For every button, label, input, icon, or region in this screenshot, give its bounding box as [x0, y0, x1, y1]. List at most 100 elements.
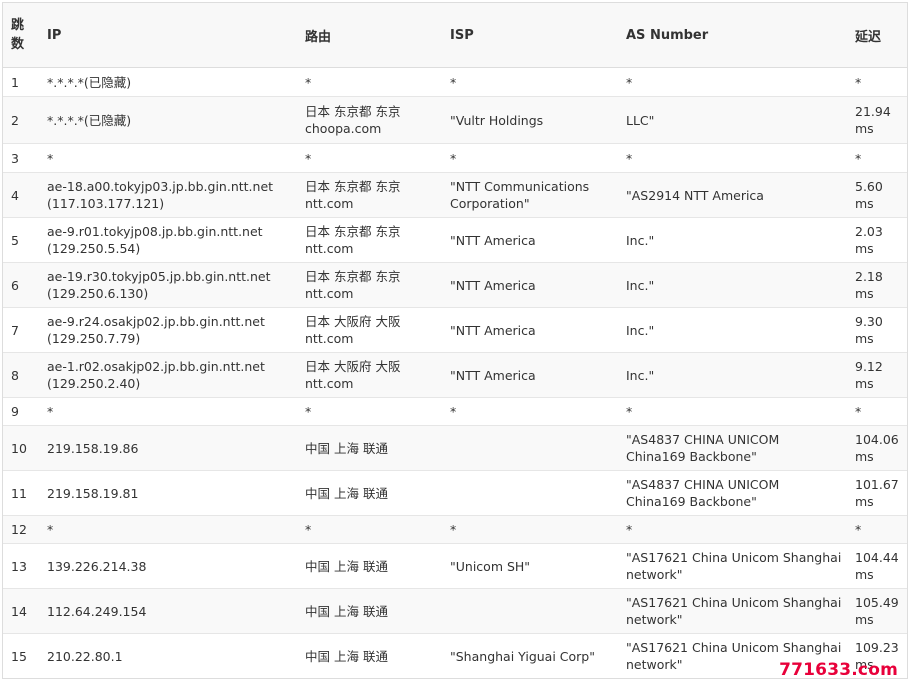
cell-latency-line: ms	[855, 494, 874, 509]
cell-route: 中国 上海 联通	[296, 588, 441, 634]
cell-ip: *	[38, 143, 296, 173]
cell-hop: 15	[3, 633, 38, 678]
cell-as-number-line: "AS17621 China Unicom Shanghai	[626, 640, 842, 655]
cell-as-number-line: China169 Backbone"	[626, 494, 757, 509]
cell-latency: 9.30 ms	[846, 307, 907, 353]
cell-ip: ae-19.r30.tokyjp05.jp.bb.gin.ntt.net (129…	[38, 262, 296, 308]
cell-route-line: *	[305, 404, 312, 419]
cell-isp: "NTT America	[441, 217, 617, 263]
cell-latency: *	[846, 143, 907, 173]
table-row: 1 *.*.*.*(已隐藏) * * * *	[3, 67, 907, 97]
cell-as-number: Inc."	[617, 307, 846, 353]
cell-as-number-line: LLC"	[626, 112, 655, 128]
cell-isp: "NTT Communications Corporation"	[441, 172, 617, 218]
cell-as-number-line: Inc."	[626, 322, 655, 338]
cell-ip-line: *	[47, 522, 54, 537]
cell-route-line: 日本 东京都 东京	[305, 179, 401, 194]
cell-latency-line: ms	[855, 196, 874, 211]
cell-ip: 112.64.249.154	[38, 588, 296, 634]
cell-route-line: *	[305, 522, 312, 537]
cell-route-line: 日本 东京都 东京	[305, 269, 401, 284]
header-latency: 延迟	[846, 3, 907, 68]
cell-latency-line: ms	[855, 376, 874, 391]
traceroute-table-container: 跳 数 IP 路由 ISP AS Number 延迟 1 *.*.*.*(已隐藏)…	[2, 2, 908, 679]
cell-hop: 5	[3, 217, 38, 263]
cell-hop: 4	[3, 172, 38, 218]
header-route: 路由	[296, 3, 441, 68]
cell-latency: 21.94 ms	[846, 96, 907, 144]
cell-as-number: Inc."	[617, 217, 846, 263]
cell-latency-line: 104.44	[855, 550, 899, 565]
cell-as-number: "AS4837 CHINA UNICOM China169 Backbone"	[617, 470, 846, 516]
cell-latency-line: 101.67	[855, 477, 899, 492]
cell-route-line: 中国 上海 联通	[305, 648, 388, 664]
cell-ip-line: *.*.*.*(已隐藏)	[47, 112, 132, 128]
cell-as-number-line: "AS2914 NTT America	[626, 187, 764, 203]
cell-latency-line: 2.18	[855, 269, 883, 284]
cell-ip-line: *.*.*.*(已隐藏)	[47, 74, 132, 90]
cell-route-line: 中国 上海 联通	[305, 440, 388, 456]
cell-isp-line: "Shanghai Yiguai Corp"	[450, 648, 595, 664]
cell-latency-line: 104.06	[855, 432, 899, 447]
cell-ip: ae-18.a00.tokyjp03.jp.bb.gin.ntt.net (117…	[38, 172, 296, 218]
cell-isp-line: "NTT America	[450, 232, 536, 248]
cell-isp: "NTT America	[441, 262, 617, 308]
cell-isp	[441, 588, 617, 634]
cell-as-number: *	[617, 67, 846, 97]
cell-isp-line: *	[450, 404, 457, 419]
cell-as-number-line: Inc."	[626, 277, 655, 293]
cell-as-number: "AS17621 China Unicom Shanghai network"	[617, 543, 846, 589]
cell-latency-line: *	[855, 404, 862, 419]
cell-ip-line: ae-9.r24.osakjp02.jp.bb.gin.ntt.net	[47, 314, 265, 329]
cell-latency-line: 5.60	[855, 179, 883, 194]
cell-latency: 2.18 ms	[846, 262, 907, 308]
cell-isp: "NTT America	[441, 352, 617, 398]
cell-as-number: Inc."	[617, 352, 846, 398]
cell-hop: 9	[3, 397, 38, 426]
cell-latency-line: 9.12	[855, 359, 883, 374]
cell-route: 中国 上海 联通	[296, 633, 441, 678]
cell-as-number-line: *	[626, 150, 633, 166]
cell-isp	[441, 425, 617, 471]
cell-ip-line: 210.22.80.1	[47, 648, 123, 664]
cell-latency-line: ms	[855, 612, 874, 627]
cell-route: 日本 东京都 东京 choopa.com	[296, 96, 441, 144]
cell-latency-line: 9.30	[855, 314, 883, 329]
cell-latency-line: ms	[855, 449, 874, 464]
cell-as-number: "AS17621 China Unicom Shanghai network"	[617, 588, 846, 634]
cell-isp-line: *	[450, 150, 457, 166]
header-isp: ISP	[441, 3, 617, 68]
table-row: 3 * * * * *	[3, 143, 907, 173]
cell-as-number-line: "AS4837 CHINA UNICOM	[626, 432, 780, 447]
cell-route-line: ntt.com	[305, 376, 354, 391]
cell-route-line: ntt.com	[305, 286, 354, 301]
cell-hop: 2	[3, 96, 38, 144]
cell-route-line: choopa.com	[305, 121, 382, 136]
cell-isp: "Shanghai Yiguai Corp"	[441, 633, 617, 678]
cell-isp-line: Corporation"	[450, 196, 530, 211]
table-row: 2 *.*.*.*(已隐藏) 日本 东京都 东京 choopa.com "Vultr H…	[3, 96, 907, 144]
cell-latency: 104.06 ms	[846, 425, 907, 471]
table-body: 1 *.*.*.*(已隐藏) * * * * 2 *.*.*.*(已隐藏) 日本 东京都 东京 c…	[3, 67, 907, 678]
cell-as-number-line: network"	[626, 567, 683, 582]
cell-isp-line: "NTT America	[450, 277, 536, 293]
cell-route-line: ntt.com	[305, 241, 354, 256]
table-row: 12 * * * * *	[3, 515, 907, 544]
table-row: 15 210.22.80.1 中国 上海 联通 "Shanghai Yiguai Co…	[3, 633, 907, 678]
cell-ip-line: (129.250.6.130)	[47, 286, 149, 301]
cell-route-line: 中国 上海 联通	[305, 485, 388, 501]
cell-ip-line: *	[47, 150, 54, 166]
cell-ip-line: 139.226.214.38	[47, 558, 147, 574]
cell-ip-line: ae-19.r30.tokyjp05.jp.bb.gin.ntt.net	[47, 269, 271, 284]
cell-as-number-line: "AS17621 China Unicom Shanghai	[626, 550, 842, 565]
cell-latency: 104.44 ms	[846, 543, 907, 589]
cell-ip-line: (129.250.2.40)	[47, 376, 141, 391]
cell-latency-line: ms	[855, 121, 874, 136]
cell-ip-line: (117.103.177.121)	[47, 196, 165, 211]
cell-route: 中国 上海 联通	[296, 470, 441, 516]
cell-isp: *	[441, 397, 617, 426]
table-row: 14 112.64.249.154 中国 上海 联通 "AS17621 China U…	[3, 588, 907, 634]
cell-latency: 101.67 ms	[846, 470, 907, 516]
cell-route-line: 中国 上海 联通	[305, 558, 388, 574]
cell-ip: ae-1.r02.osakjp02.jp.bb.gin.ntt.net (129.…	[38, 352, 296, 398]
